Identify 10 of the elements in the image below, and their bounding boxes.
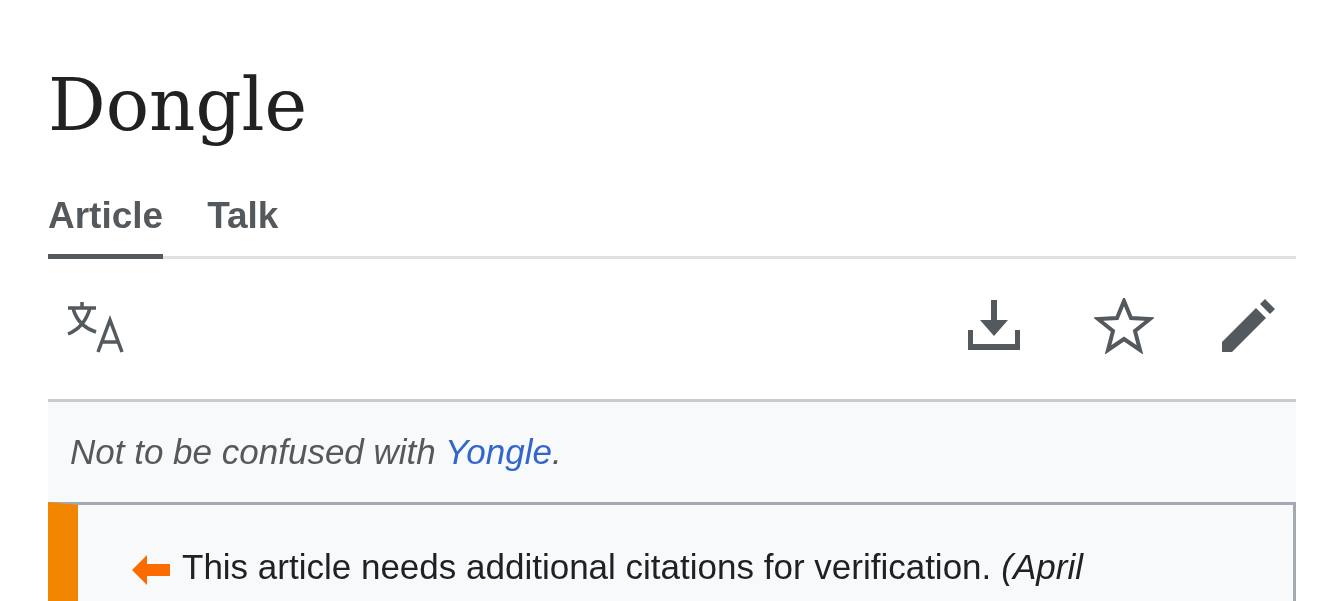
star-icon[interactable] [1094,298,1154,354]
edit-pencil-icon[interactable] [1220,298,1276,354]
tab[interactable]: Talk [207,194,279,259]
notice-date: (April [1001,547,1083,587]
tab[interactable]: Article [48,194,164,259]
notice-text: This article needs additional citations for verification. [182,547,992,587]
arrow-icon [132,555,170,585]
article-link[interactable]: Yongle [444,432,552,471]
hatnote-text: Not to be confused with Yongle. [70,432,562,472]
page-title: Dongle [48,62,308,148]
